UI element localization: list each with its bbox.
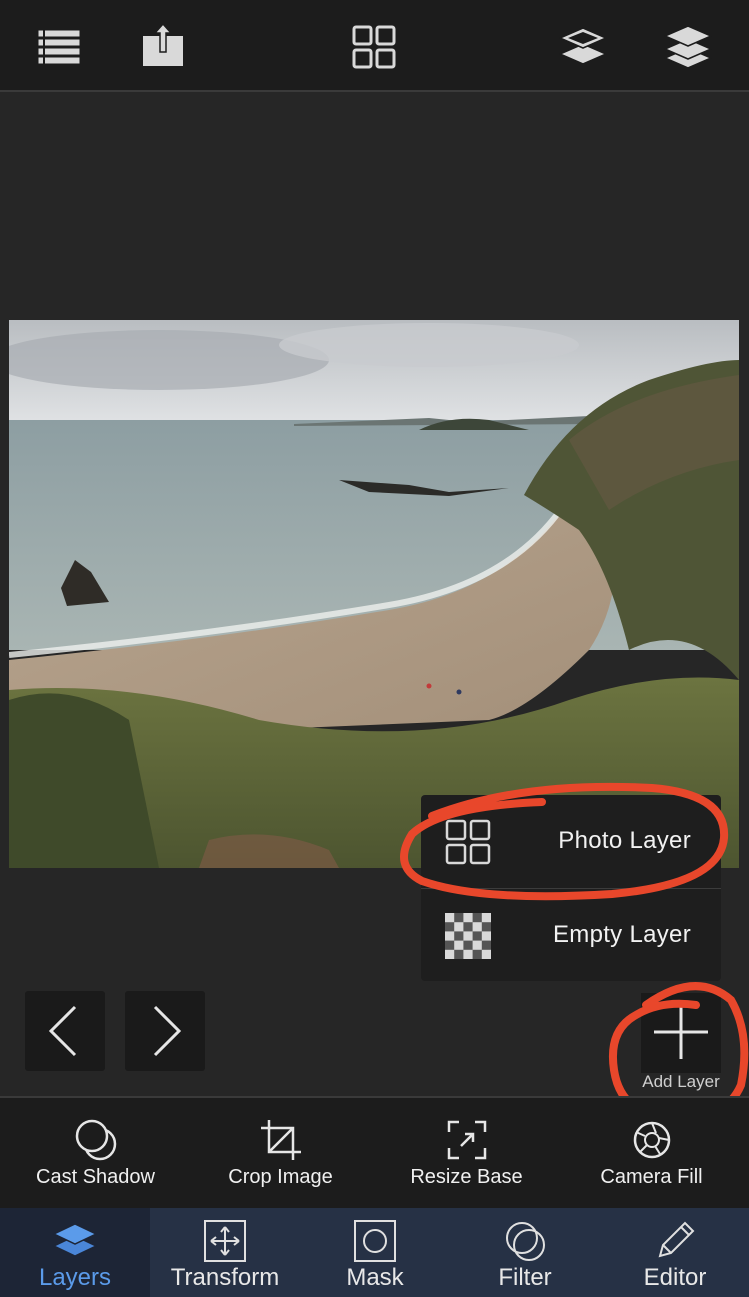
tool-label: Camera Fill [600,1166,703,1188]
add-layer-menu: Photo Layer Empty Layer [421,795,721,981]
camera-icon [633,1121,670,1159]
crop-image-button[interactable]: Crop Image [187,1098,374,1210]
checkerboard-icon [445,913,491,959]
pencil-icon [658,1221,695,1258]
tab-bar: Layers Transform Mask Filter Editor [0,1208,749,1297]
tab-label: Filter [498,1264,552,1291]
filter-icon [506,1222,545,1261]
resize-icon [447,1120,486,1160]
add-layer-button[interactable] [641,993,721,1073]
tab-mask[interactable]: Mask [300,1208,450,1297]
camera-fill-button[interactable]: Camera Fill [558,1098,745,1210]
next-button[interactable] [125,991,205,1071]
add-layer-label: Add Layer [642,1072,720,1091]
plus-icon [654,1005,708,1059]
tab-label: Transform [170,1264,280,1291]
tool-label: Crop Image [228,1166,333,1188]
menu-item-photo-layer[interactable]: Photo Layer [421,795,721,887]
menu-item-label: Photo Layer [558,827,691,854]
shadow-icon [75,1119,116,1161]
layers-stack-icon[interactable] [663,22,713,72]
tab-label: Layers [38,1264,112,1291]
grid-icon [445,819,491,865]
tab-layers[interactable]: Layers [0,1208,150,1297]
top-toolbar [0,0,749,92]
crop-icon [260,1120,301,1160]
canvas-photo[interactable] [9,320,739,868]
tab-label: Mask [346,1264,404,1291]
menu-item-label: Empty Layer [552,921,691,948]
layer-single-icon[interactable] [558,22,608,72]
transform-icon [204,1220,246,1262]
share-icon[interactable] [138,22,188,72]
tab-filter[interactable]: Filter [450,1208,600,1297]
cast-shadow-button[interactable]: Cast Shadow [2,1098,189,1210]
resize-base-button[interactable]: Resize Base [373,1098,560,1210]
list-icon[interactable] [34,22,84,72]
mask-icon [354,1220,396,1262]
tab-transform[interactable]: Transform [150,1208,300,1297]
tool-label: Cast Shadow [36,1166,155,1188]
chevron-left-icon [48,1005,77,1057]
chevron-right-icon [153,1005,182,1057]
grid-icon[interactable] [349,22,399,72]
previous-button[interactable] [25,991,105,1071]
action-toolbar: Cast Shadow Crop Image Resize Base Camer… [0,1096,749,1210]
tab-label: Editor [643,1264,707,1291]
layers-icon [52,1223,98,1257]
tool-label: Resize Base [410,1166,523,1188]
menu-item-empty-layer[interactable]: Empty Layer [421,889,721,981]
tab-editor[interactable]: Editor [600,1208,749,1297]
